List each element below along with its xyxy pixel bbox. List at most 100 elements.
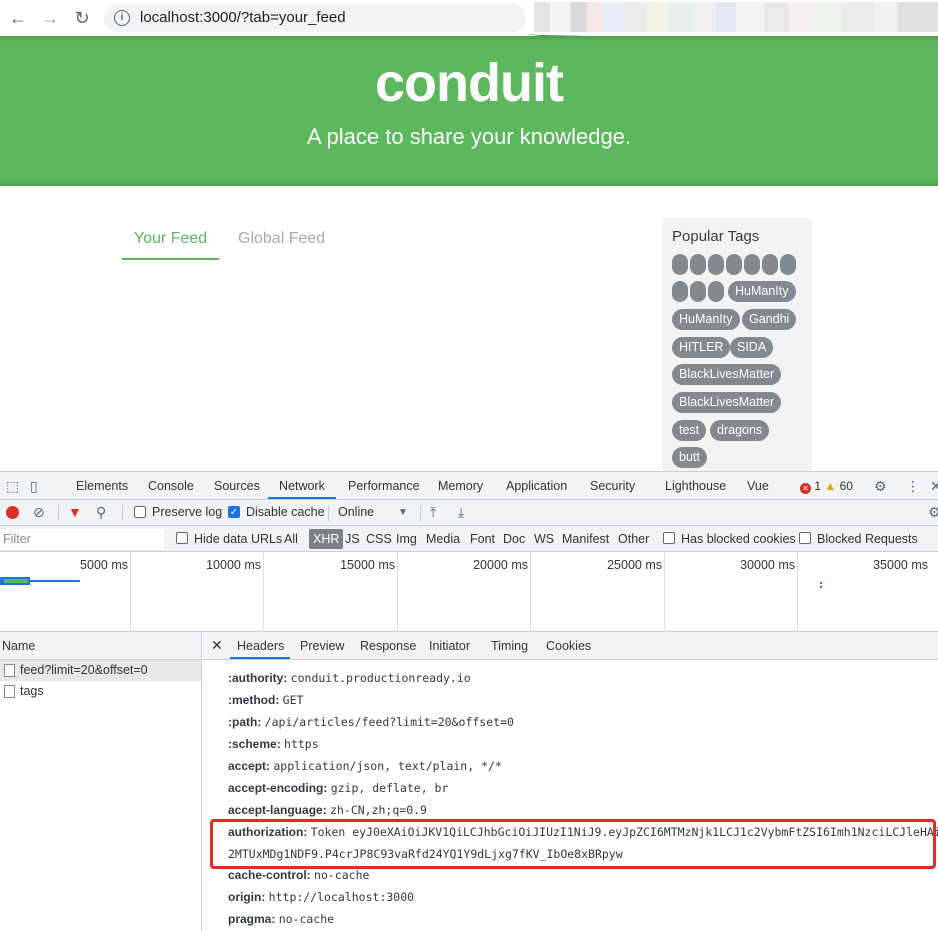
arrow-left-icon[interactable]: ← bbox=[6, 6, 30, 30]
type-filter-other[interactable]: Other bbox=[618, 532, 649, 546]
header-row: pragma: no-cache bbox=[228, 912, 334, 926]
timeline-tick-label: 15000 ms bbox=[340, 558, 395, 572]
tag-pill[interactable]: BlackLivesMatter bbox=[672, 364, 782, 385]
type-filter-font[interactable]: Font bbox=[470, 532, 495, 546]
header-value: no-cache bbox=[278, 912, 335, 926]
warning-icon: ▲ bbox=[824, 479, 837, 493]
header-value: application/json, text/plain, */* bbox=[273, 759, 502, 773]
export-har-icon[interactable]: ⤓ bbox=[458, 504, 464, 521]
blocked-requests-checkbox[interactable] bbox=[799, 532, 811, 544]
gear-icon[interactable]: ⚙ bbox=[874, 478, 887, 495]
tab-performance[interactable]: Performance bbox=[348, 479, 420, 493]
type-filter-ws[interactable]: WS bbox=[534, 532, 554, 546]
network-overview-timeline[interactable]: 5000 ms 10000 ms 15000 ms 20000 ms 25000… bbox=[0, 552, 938, 632]
type-filter-media[interactable]: Media bbox=[426, 532, 460, 546]
preserve-log-checkbox[interactable] bbox=[134, 506, 146, 518]
tab-security[interactable]: Security bbox=[590, 479, 635, 493]
type-filter-img[interactable]: Img bbox=[396, 532, 417, 546]
tab-your-feed[interactable]: Your Feed bbox=[122, 230, 219, 260]
more-menu-icon[interactable]: ⋮ bbox=[906, 478, 920, 495]
tab-initiator[interactable]: Initiator bbox=[429, 639, 470, 653]
tag-pill[interactable] bbox=[672, 281, 688, 302]
tab-network[interactable]: Network bbox=[279, 479, 325, 493]
tag-pill[interactable]: dragons bbox=[710, 420, 770, 441]
console-badges[interactable]: ✕ 1 ▲ 60 bbox=[800, 479, 853, 494]
tab-vue[interactable]: Vue bbox=[747, 479, 769, 493]
request-row[interactable]: feed?limit=20&offset=0 bbox=[0, 660, 201, 681]
record-icon[interactable] bbox=[6, 506, 19, 519]
arrow-right-icon[interactable]: → bbox=[38, 6, 62, 30]
popular-tags-title: Popular Tags bbox=[672, 228, 760, 245]
tag-pill[interactable]: SIDA bbox=[730, 337, 774, 358]
tag-pill[interactable]: Gandhi bbox=[742, 309, 797, 330]
type-filter-css[interactable]: CSS bbox=[366, 532, 392, 546]
tab-application[interactable]: Application bbox=[506, 479, 567, 493]
timeline-tick-label: 35000 ms bbox=[873, 558, 928, 572]
url-text[interactable]: localhost:3000/?tab=your_feed bbox=[140, 9, 346, 26]
tag-pill[interactable]: HITLER bbox=[672, 337, 731, 358]
tab-sources[interactable]: Sources bbox=[214, 479, 260, 493]
tab-timing[interactable]: Timing bbox=[491, 639, 528, 653]
network-settings-icon[interactable]: ⚙ bbox=[928, 504, 938, 521]
file-icon bbox=[4, 664, 15, 677]
close-icon[interactable]: ✕ bbox=[930, 478, 938, 495]
tab-lighthouse[interactable]: Lighthouse bbox=[665, 479, 726, 493]
tab-headers[interactable]: Headers bbox=[237, 639, 284, 653]
header-row: accept-encoding: gzip, deflate, br bbox=[228, 781, 448, 795]
request-name: tags bbox=[20, 684, 44, 698]
tag-pill[interactable] bbox=[780, 254, 796, 275]
header-value: zh-CN,zh;q=0.9 bbox=[330, 803, 427, 817]
header-key: accept: bbox=[228, 759, 271, 773]
clear-icon[interactable]: ⊘ bbox=[33, 504, 45, 521]
info-icon[interactable]: i bbox=[114, 10, 130, 26]
separator bbox=[58, 505, 59, 521]
network-filterbar: Filter Hide data URLs All XHR JS CSS Img… bbox=[0, 526, 938, 552]
tag-pill[interactable] bbox=[672, 254, 688, 275]
name-column-header[interactable]: Name bbox=[0, 632, 201, 660]
disable-cache-checkbox[interactable]: ✓ bbox=[228, 506, 240, 518]
type-filter-js[interactable]: JS bbox=[345, 532, 360, 546]
hide-data-urls-checkbox[interactable] bbox=[176, 532, 188, 544]
filter-icon[interactable]: ▼ bbox=[68, 504, 82, 520]
request-row[interactable]: tags bbox=[0, 681, 201, 702]
tab-elements[interactable]: Elements bbox=[76, 479, 128, 493]
tag-pill[interactable] bbox=[708, 281, 724, 302]
tab-cookies[interactable]: Cookies bbox=[546, 639, 591, 653]
tab-memory[interactable]: Memory bbox=[438, 479, 483, 493]
tag-pill[interactable] bbox=[708, 254, 724, 275]
tag-pill[interactable] bbox=[690, 254, 706, 275]
tag-pill[interactable]: butt bbox=[672, 447, 707, 468]
header-key: cache-control: bbox=[228, 868, 311, 882]
reload-icon[interactable]: ↻ bbox=[70, 6, 94, 30]
tag-pill[interactable]: BlackLivesMatter bbox=[672, 392, 782, 413]
separator bbox=[328, 505, 329, 521]
tag-pill[interactable] bbox=[744, 254, 760, 275]
header-row: cache-control: no-cache bbox=[228, 868, 369, 882]
import-har-icon[interactable]: ⤒ bbox=[430, 504, 436, 521]
type-filter-doc[interactable]: Doc bbox=[503, 532, 525, 546]
tag-pill[interactable]: HuManIty bbox=[728, 281, 796, 302]
throttling-select[interactable]: Online bbox=[338, 505, 374, 519]
has-blocked-cookies-checkbox[interactable] bbox=[663, 532, 675, 544]
device-toolbar-icon[interactable]: ▯ bbox=[30, 478, 38, 495]
tag-pill[interactable]: test bbox=[672, 420, 707, 441]
search-icon[interactable]: ⚲ bbox=[96, 504, 106, 521]
type-filter-xhr[interactable]: XHR bbox=[309, 529, 344, 549]
address-bar[interactable]: i localhost:3000/?tab=your_feed G ☆ bbox=[104, 4, 615, 32]
tab-console[interactable]: Console bbox=[148, 479, 194, 493]
chevron-down-icon[interactable]: ▼ bbox=[398, 507, 408, 518]
tag-pill[interactable] bbox=[690, 281, 706, 302]
filter-input[interactable]: Filter bbox=[0, 529, 164, 549]
header-key: :path: bbox=[228, 715, 262, 729]
tab-preview[interactable]: Preview bbox=[300, 639, 344, 653]
type-filter-all[interactable]: All bbox=[284, 532, 298, 546]
type-filter-manifest[interactable]: Manifest bbox=[562, 532, 609, 546]
close-icon[interactable]: ✕ bbox=[211, 637, 223, 654]
tag-pill[interactable] bbox=[762, 254, 778, 275]
tag-pill[interactable] bbox=[726, 254, 742, 275]
inspect-element-icon[interactable]: ⬚ bbox=[6, 478, 19, 495]
error-count: 1 bbox=[814, 479, 822, 493]
tab-response[interactable]: Response bbox=[360, 639, 416, 653]
tab-global-feed[interactable]: Global Feed bbox=[238, 230, 325, 248]
tag-pill[interactable]: HuManIty bbox=[672, 309, 740, 330]
